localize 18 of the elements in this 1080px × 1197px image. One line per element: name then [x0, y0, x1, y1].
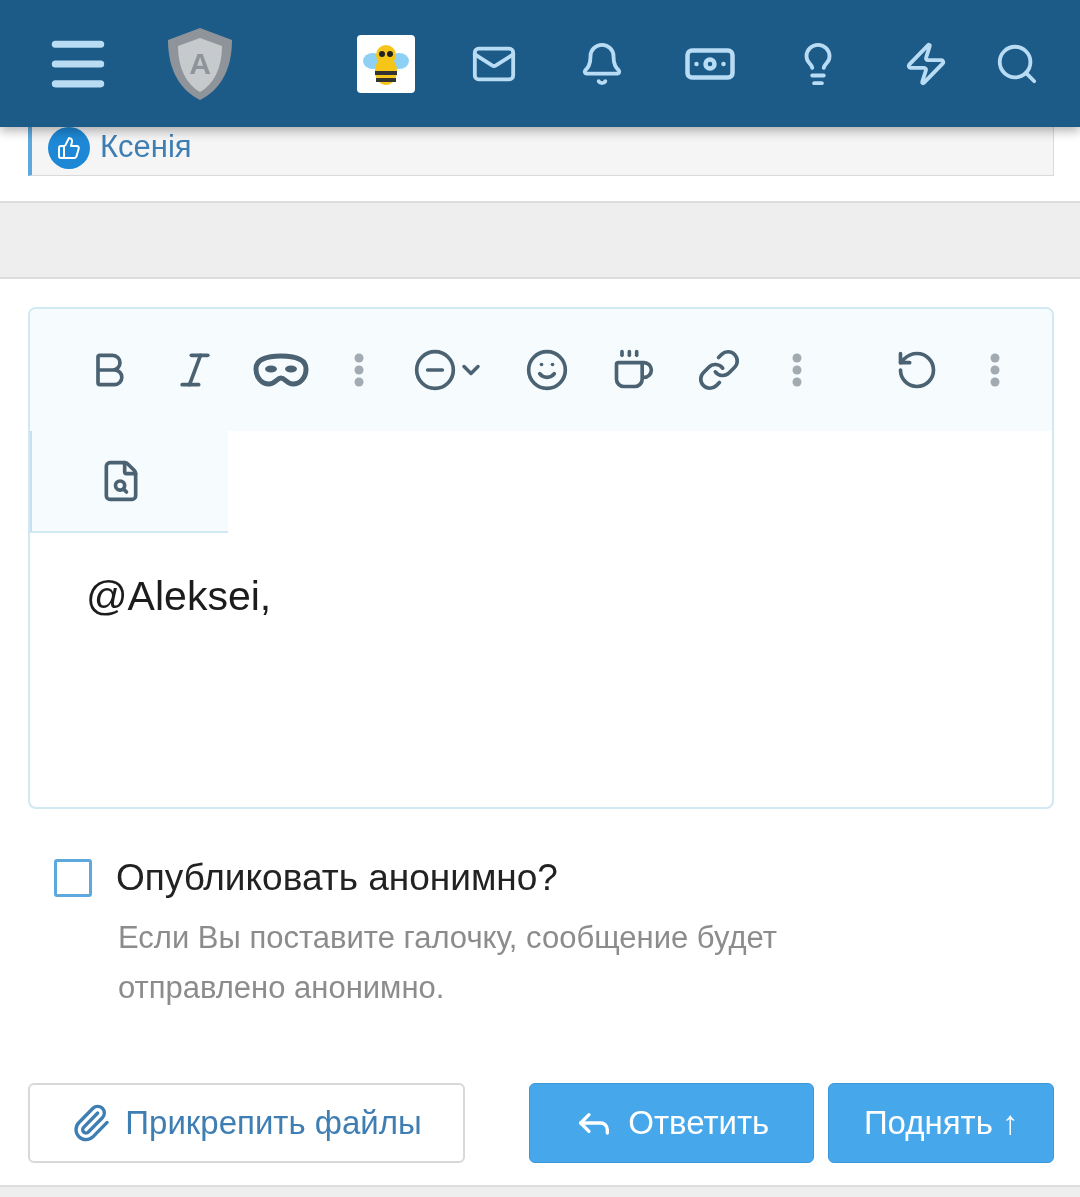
reaction-user-name[interactable]: Ксенія — [100, 129, 192, 165]
hint-text: Если Вы поставите галочку, сообщение будет отправлено анонимно. — [118, 919, 778, 1007]
bee-avatar-icon — [357, 34, 415, 93]
bump-button[interactable]: Поднять ↑ — [828, 1083, 1054, 1163]
editor-text: @Aleksei, — [85, 572, 273, 621]
reply-button[interactable]: Ответить — [529, 1083, 815, 1163]
checkbox-label[interactable]: Опубликовать анонимно? — [116, 857, 558, 899]
editor-box[interactable]: @Aleksei, — [28, 307, 1054, 809]
more-icon — [990, 353, 1000, 387]
paperclip-icon — [71, 1103, 112, 1143]
more-icon — [354, 353, 364, 387]
minus-circle-icon — [413, 348, 457, 392]
mask-icon — [252, 353, 310, 387]
link-icon — [697, 348, 741, 392]
anonymous-checkbox[interactable] — [54, 859, 92, 897]
attach-files-button[interactable]: Прикрепить файлы — [28, 1083, 466, 1163]
smile-icon — [525, 348, 569, 392]
more-icon — [792, 353, 802, 387]
